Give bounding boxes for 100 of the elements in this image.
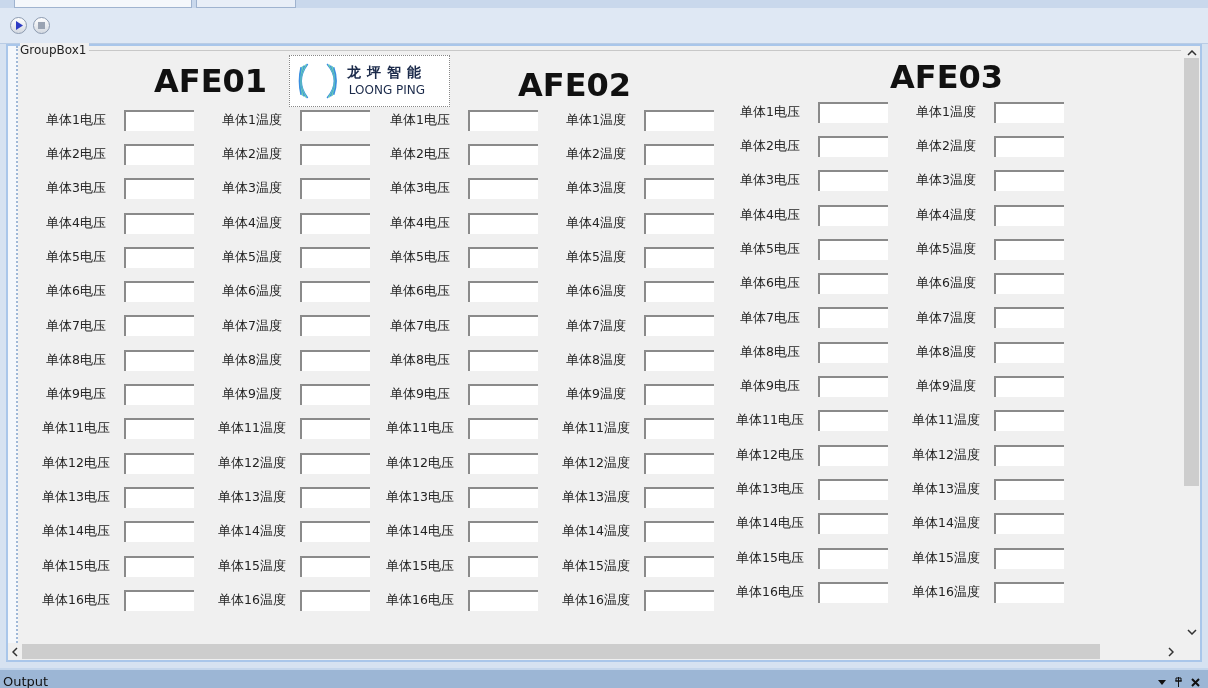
input-field[interactable] <box>994 204 1064 226</box>
input-field[interactable] <box>818 307 888 329</box>
input-field[interactable] <box>818 410 888 432</box>
input-field[interactable] <box>300 589 370 611</box>
input-field[interactable] <box>994 307 1064 329</box>
input-field[interactable] <box>124 178 194 200</box>
input-field[interactable] <box>644 246 714 268</box>
input-field[interactable] <box>300 246 370 268</box>
scroll-right-icon[interactable] <box>1168 646 1174 657</box>
input-field[interactable] <box>468 452 538 474</box>
input-field[interactable] <box>468 589 538 611</box>
input-field[interactable] <box>994 273 1064 295</box>
input-field[interactable] <box>300 281 370 303</box>
input-field[interactable] <box>468 315 538 337</box>
scroll-up-icon[interactable] <box>1186 50 1197 56</box>
input-field[interactable] <box>644 589 714 611</box>
input-field[interactable] <box>818 341 888 363</box>
input-field[interactable] <box>818 135 888 157</box>
input-field[interactable] <box>818 273 888 295</box>
scroll-left-icon[interactable] <box>12 646 18 657</box>
input-field[interactable] <box>818 204 888 226</box>
input-field[interactable] <box>124 418 194 440</box>
input-field[interactable] <box>300 109 370 131</box>
input-field[interactable] <box>994 135 1064 157</box>
input-field[interactable] <box>124 212 194 234</box>
input-field[interactable] <box>818 376 888 397</box>
input-field[interactable] <box>644 212 714 234</box>
input-field[interactable] <box>644 178 714 200</box>
input-field[interactable] <box>818 238 888 260</box>
input-field[interactable] <box>994 444 1064 466</box>
input-field[interactable] <box>644 521 714 543</box>
scrollbar-thumb[interactable] <box>1184 58 1199 486</box>
input-field[interactable] <box>300 452 370 474</box>
input-field[interactable] <box>468 349 538 371</box>
input-field[interactable] <box>818 444 888 466</box>
input-field[interactable] <box>818 547 888 569</box>
input-field[interactable] <box>468 246 538 268</box>
input-field[interactable] <box>818 170 888 192</box>
input-field[interactable] <box>818 581 888 603</box>
input-field[interactable] <box>468 555 538 577</box>
input-field[interactable] <box>300 315 370 337</box>
input-field[interactable] <box>994 478 1064 500</box>
input-field[interactable] <box>644 349 714 371</box>
input-field[interactable] <box>644 109 714 131</box>
input-field[interactable] <box>124 281 194 303</box>
input-field[interactable] <box>124 589 194 611</box>
input-field[interactable] <box>644 315 714 337</box>
input-field[interactable] <box>994 238 1064 260</box>
input-field[interactable] <box>644 555 714 577</box>
input-field[interactable] <box>300 178 370 200</box>
input-field[interactable] <box>300 418 370 440</box>
input-field[interactable] <box>300 486 370 508</box>
input-field[interactable] <box>300 143 370 165</box>
run-button[interactable] <box>10 17 27 34</box>
input-field[interactable] <box>124 109 194 131</box>
input-field[interactable] <box>818 513 888 535</box>
scrollbar-thumb[interactable] <box>22 644 1100 659</box>
input-field[interactable] <box>124 349 194 371</box>
close-icon[interactable] <box>1191 677 1200 687</box>
input-field[interactable] <box>994 513 1064 535</box>
pin-icon[interactable] <box>1174 677 1183 687</box>
input-field[interactable] <box>124 384 194 405</box>
input-field[interactable] <box>994 376 1064 397</box>
input-field[interactable] <box>644 143 714 165</box>
scroll-down-icon[interactable] <box>1186 629 1197 635</box>
input-field[interactable] <box>124 315 194 337</box>
input-field[interactable] <box>468 384 538 405</box>
input-field[interactable] <box>468 212 538 234</box>
input-field[interactable] <box>818 478 888 500</box>
dropdown-icon[interactable] <box>1158 679 1166 685</box>
input-field[interactable] <box>994 547 1064 569</box>
input-field[interactable] <box>468 521 538 543</box>
input-field[interactable] <box>644 486 714 508</box>
input-field[interactable] <box>300 521 370 543</box>
input-field[interactable] <box>124 246 194 268</box>
input-field[interactable] <box>644 418 714 440</box>
input-field[interactable] <box>468 109 538 131</box>
stop-button[interactable] <box>33 17 50 34</box>
input-field[interactable] <box>818 101 888 123</box>
input-field[interactable] <box>468 281 538 303</box>
input-field[interactable] <box>468 178 538 200</box>
input-field[interactable] <box>300 212 370 234</box>
input-field[interactable] <box>644 384 714 405</box>
input-field[interactable] <box>994 170 1064 192</box>
input-field[interactable] <box>644 452 714 474</box>
input-field[interactable] <box>994 410 1064 432</box>
input-field[interactable] <box>468 143 538 165</box>
input-field[interactable] <box>994 341 1064 363</box>
input-field[interactable] <box>124 143 194 165</box>
input-field[interactable] <box>994 101 1064 123</box>
input-field[interactable] <box>124 486 194 508</box>
input-field[interactable] <box>644 281 714 303</box>
input-field[interactable] <box>468 486 538 508</box>
input-field[interactable] <box>124 452 194 474</box>
input-field[interactable] <box>300 384 370 405</box>
input-field[interactable] <box>124 521 194 543</box>
input-field[interactable] <box>124 555 194 577</box>
input-field[interactable] <box>300 555 370 577</box>
input-field[interactable] <box>300 349 370 371</box>
input-field[interactable] <box>468 418 538 440</box>
